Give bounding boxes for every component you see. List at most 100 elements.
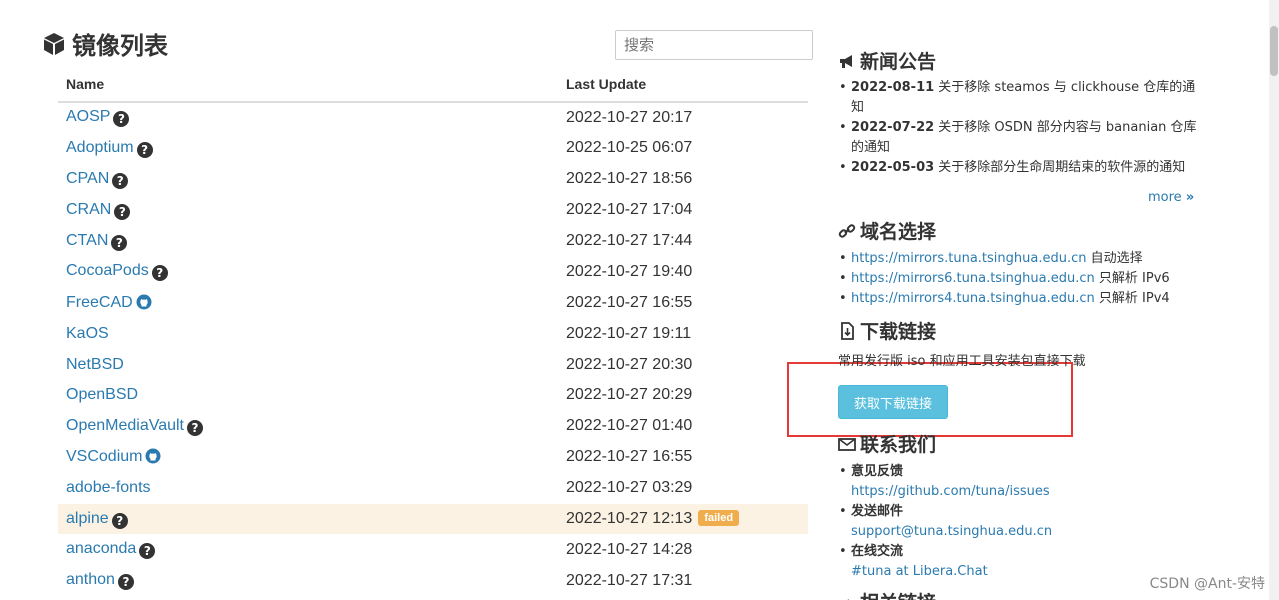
downloads-title: 下载链接 <box>860 321 937 343</box>
help-icon[interactable]: ? <box>112 172 129 189</box>
help-icon[interactable]: ? <box>187 419 203 436</box>
last-update-cell: 2022-10-27 20:29 <box>558 380 808 411</box>
table-row: CRAN? 2022-10-27 17:04 <box>58 195 808 226</box>
mirror-link[interactable]: NetBSD <box>66 356 124 373</box>
contact-title: 联系我们 <box>860 434 937 456</box>
help-icon[interactable]: ? <box>136 141 153 158</box>
mirror-name-cell: NetBSD <box>58 349 558 380</box>
scrollbar-thumb[interactable] <box>1270 26 1278 76</box>
related-title: 相关链接 <box>860 588 936 600</box>
mirror-link[interactable]: CRAN <box>66 201 111 218</box>
mirror-link[interactable]: Adoptium <box>66 139 134 156</box>
last-update-time: 2022-10-27 19:40 <box>566 262 693 280</box>
last-update-time: 2022-10-27 20:17 <box>566 108 693 126</box>
mirror-name-cell: VSCodium <box>58 442 558 473</box>
double-chevron-right-icon: » <box>1185 190 1195 205</box>
mirror-link[interactable]: alpine <box>66 510 109 527</box>
mirror-link[interactable]: OpenMediaVault <box>66 417 184 434</box>
mirror-link[interactable]: CocoaPods <box>66 262 149 279</box>
contact-link[interactable]: https://github.com/tuna/issues <box>851 484 1050 499</box>
header-name[interactable]: Name <box>58 66 558 103</box>
github-icon[interactable] <box>136 294 152 310</box>
contact-item: 发送邮件support@tuna.tsinghua.edu.cn <box>838 502 1208 542</box>
domain-item: https://mirrors6.tuna.tsinghua.edu.cn 只解… <box>838 269 1208 289</box>
mirror-link[interactable]: anaconda <box>66 540 136 557</box>
table-row: KaOS 2022-10-27 19:11 <box>58 318 808 349</box>
cube-icon <box>44 32 64 55</box>
header-last-update[interactable]: Last Update <box>558 66 808 103</box>
mirror-name-cell: CPAN? <box>58 164 558 195</box>
table-row: anaconda? 2022-10-27 14:28 <box>58 534 808 565</box>
mirror-link[interactable]: anthon <box>66 571 115 588</box>
domain-list: https://mirrors.tuna.tsinghua.edu.cn 自动选… <box>838 249 1208 309</box>
last-update-time: 2022-10-27 17:31 <box>566 571 693 589</box>
mirror-link[interactable]: VSCodium <box>66 448 142 465</box>
mirror-name-cell: alpine? <box>58 503 558 535</box>
page-title: 镜像列表 <box>72 32 168 60</box>
help-icon[interactable]: ? <box>111 512 128 529</box>
last-update-time: 2022-10-27 18:56 <box>566 170 693 188</box>
help-icon[interactable]: ? <box>117 574 134 591</box>
mirror-name-cell: adobe-fonts <box>58 473 558 504</box>
domain-link[interactable]: https://mirrors4.tuna.tsinghua.edu.cn <box>851 291 1095 306</box>
mirror-name-cell: Adoptium? <box>58 133 558 164</box>
help-icon[interactable]: ? <box>139 543 156 560</box>
last-update-cell: 2022-10-27 16:55 <box>558 442 808 473</box>
domain-item: https://mirrors.tuna.tsinghua.edu.cn 自动选… <box>838 249 1208 269</box>
link-icon <box>838 223 856 238</box>
help-icon[interactable]: ? <box>111 234 128 251</box>
sidebar: 新闻公告 2022-08-11 关于移除 steamos 与 clickhous… <box>838 0 1218 600</box>
github-icon[interactable] <box>145 448 161 464</box>
mirror-link[interactable]: AOSP <box>66 108 110 125</box>
news-item[interactable]: 2022-08-11 关于移除 steamos 与 clickhouse 仓库的… <box>838 78 1198 118</box>
last-update-cell: 2022-10-27 12:13 failed <box>558 503 808 535</box>
mirror-link[interactable]: CTAN <box>66 232 108 249</box>
table-row: OpenMediaVault? 2022-10-27 01:40 <box>58 411 808 442</box>
get-download-links-button[interactable]: 获取下载链接 <box>838 385 948 419</box>
last-update-time: 2022-10-27 20:30 <box>566 355 693 373</box>
mirror-name-cell: AOSP? <box>58 102 558 133</box>
domain-link[interactable]: https://mirrors.tuna.tsinghua.edu.cn <box>851 251 1087 266</box>
mirror-link[interactable]: adobe-fonts <box>66 479 151 496</box>
mirror-link[interactable]: CPAN <box>66 170 109 187</box>
last-update-time: 2022-10-27 14:28 <box>566 540 693 558</box>
mirror-name-cell: KaOS <box>58 318 558 349</box>
status-badge[interactable]: failed <box>698 510 740 527</box>
downloads-description: 常用发行版 iso 和应用工具安装包直接下载 <box>838 354 1086 369</box>
contact-link[interactable]: support@tuna.tsinghua.edu.cn <box>851 524 1052 539</box>
domains-title: 域名选择 <box>860 221 937 243</box>
more-news-link[interactable]: more » <box>1148 190 1194 205</box>
last-update-time: 2022-10-27 17:04 <box>566 201 693 219</box>
help-icon[interactable]: ? <box>113 111 130 128</box>
domain-item: https://mirrors4.tuna.tsinghua.edu.cn 只解… <box>838 289 1208 309</box>
last-update-time: 2022-10-25 06:07 <box>566 139 693 157</box>
mirror-table-body: AOSP? 2022-10-27 20:17 Adoptium? 2022-10-25… <box>58 102 808 596</box>
scrollbar-track[interactable] <box>1269 0 1279 600</box>
last-update-time: 2022-10-27 03:29 <box>566 479 693 497</box>
contact-link[interactable]: #tuna at Libera.Chat <box>851 564 988 579</box>
mirror-link[interactable]: KaOS <box>66 325 109 342</box>
last-update-cell: 2022-10-27 03:29 <box>558 473 808 504</box>
related-heading: 相关链接 <box>838 588 936 600</box>
link-icon <box>847 598 850 600</box>
news-item[interactable]: 2022-05-03 关于移除部分生命周期结束的软件源的通知 <box>838 158 1198 178</box>
mirror-table: Name Last Update AOSP? 2022-10-27 20:17 Ad… <box>58 66 808 596</box>
last-update-cell: 2022-10-27 14:28 <box>558 534 808 565</box>
news-list: 2022-08-11 关于移除 steamos 与 clickhouse 仓库的… <box>838 78 1198 178</box>
news-item[interactable]: 2022-07-22 关于移除 OSDN 部分内容与 bananian 仓库的通… <box>838 118 1198 158</box>
mirror-name-cell: OpenMediaVault? <box>58 411 558 442</box>
last-update-time: 2022-10-27 17:44 <box>566 232 693 249</box>
last-update-cell: 2022-10-27 20:30 <box>558 349 808 380</box>
search-input[interactable] <box>615 30 813 60</box>
last-update-time: 2022-10-27 20:29 <box>566 386 693 404</box>
help-icon[interactable]: ? <box>114 203 131 220</box>
help-icon[interactable]: ? <box>151 265 168 282</box>
last-update-cell: 2022-10-27 19:11 <box>558 318 808 349</box>
domain-link[interactable]: https://mirrors6.tuna.tsinghua.edu.cn <box>851 271 1095 286</box>
mirror-link[interactable]: OpenBSD <box>66 386 138 403</box>
table-row: NetBSD 2022-10-27 20:30 <box>58 349 808 380</box>
contact-heading: 联系我们 <box>838 430 936 457</box>
last-update-cell: 2022-10-27 01:40 <box>558 411 808 442</box>
last-update-time: 2022-10-27 19:11 <box>566 324 692 342</box>
mirror-link[interactable]: FreeCAD <box>66 294 133 311</box>
